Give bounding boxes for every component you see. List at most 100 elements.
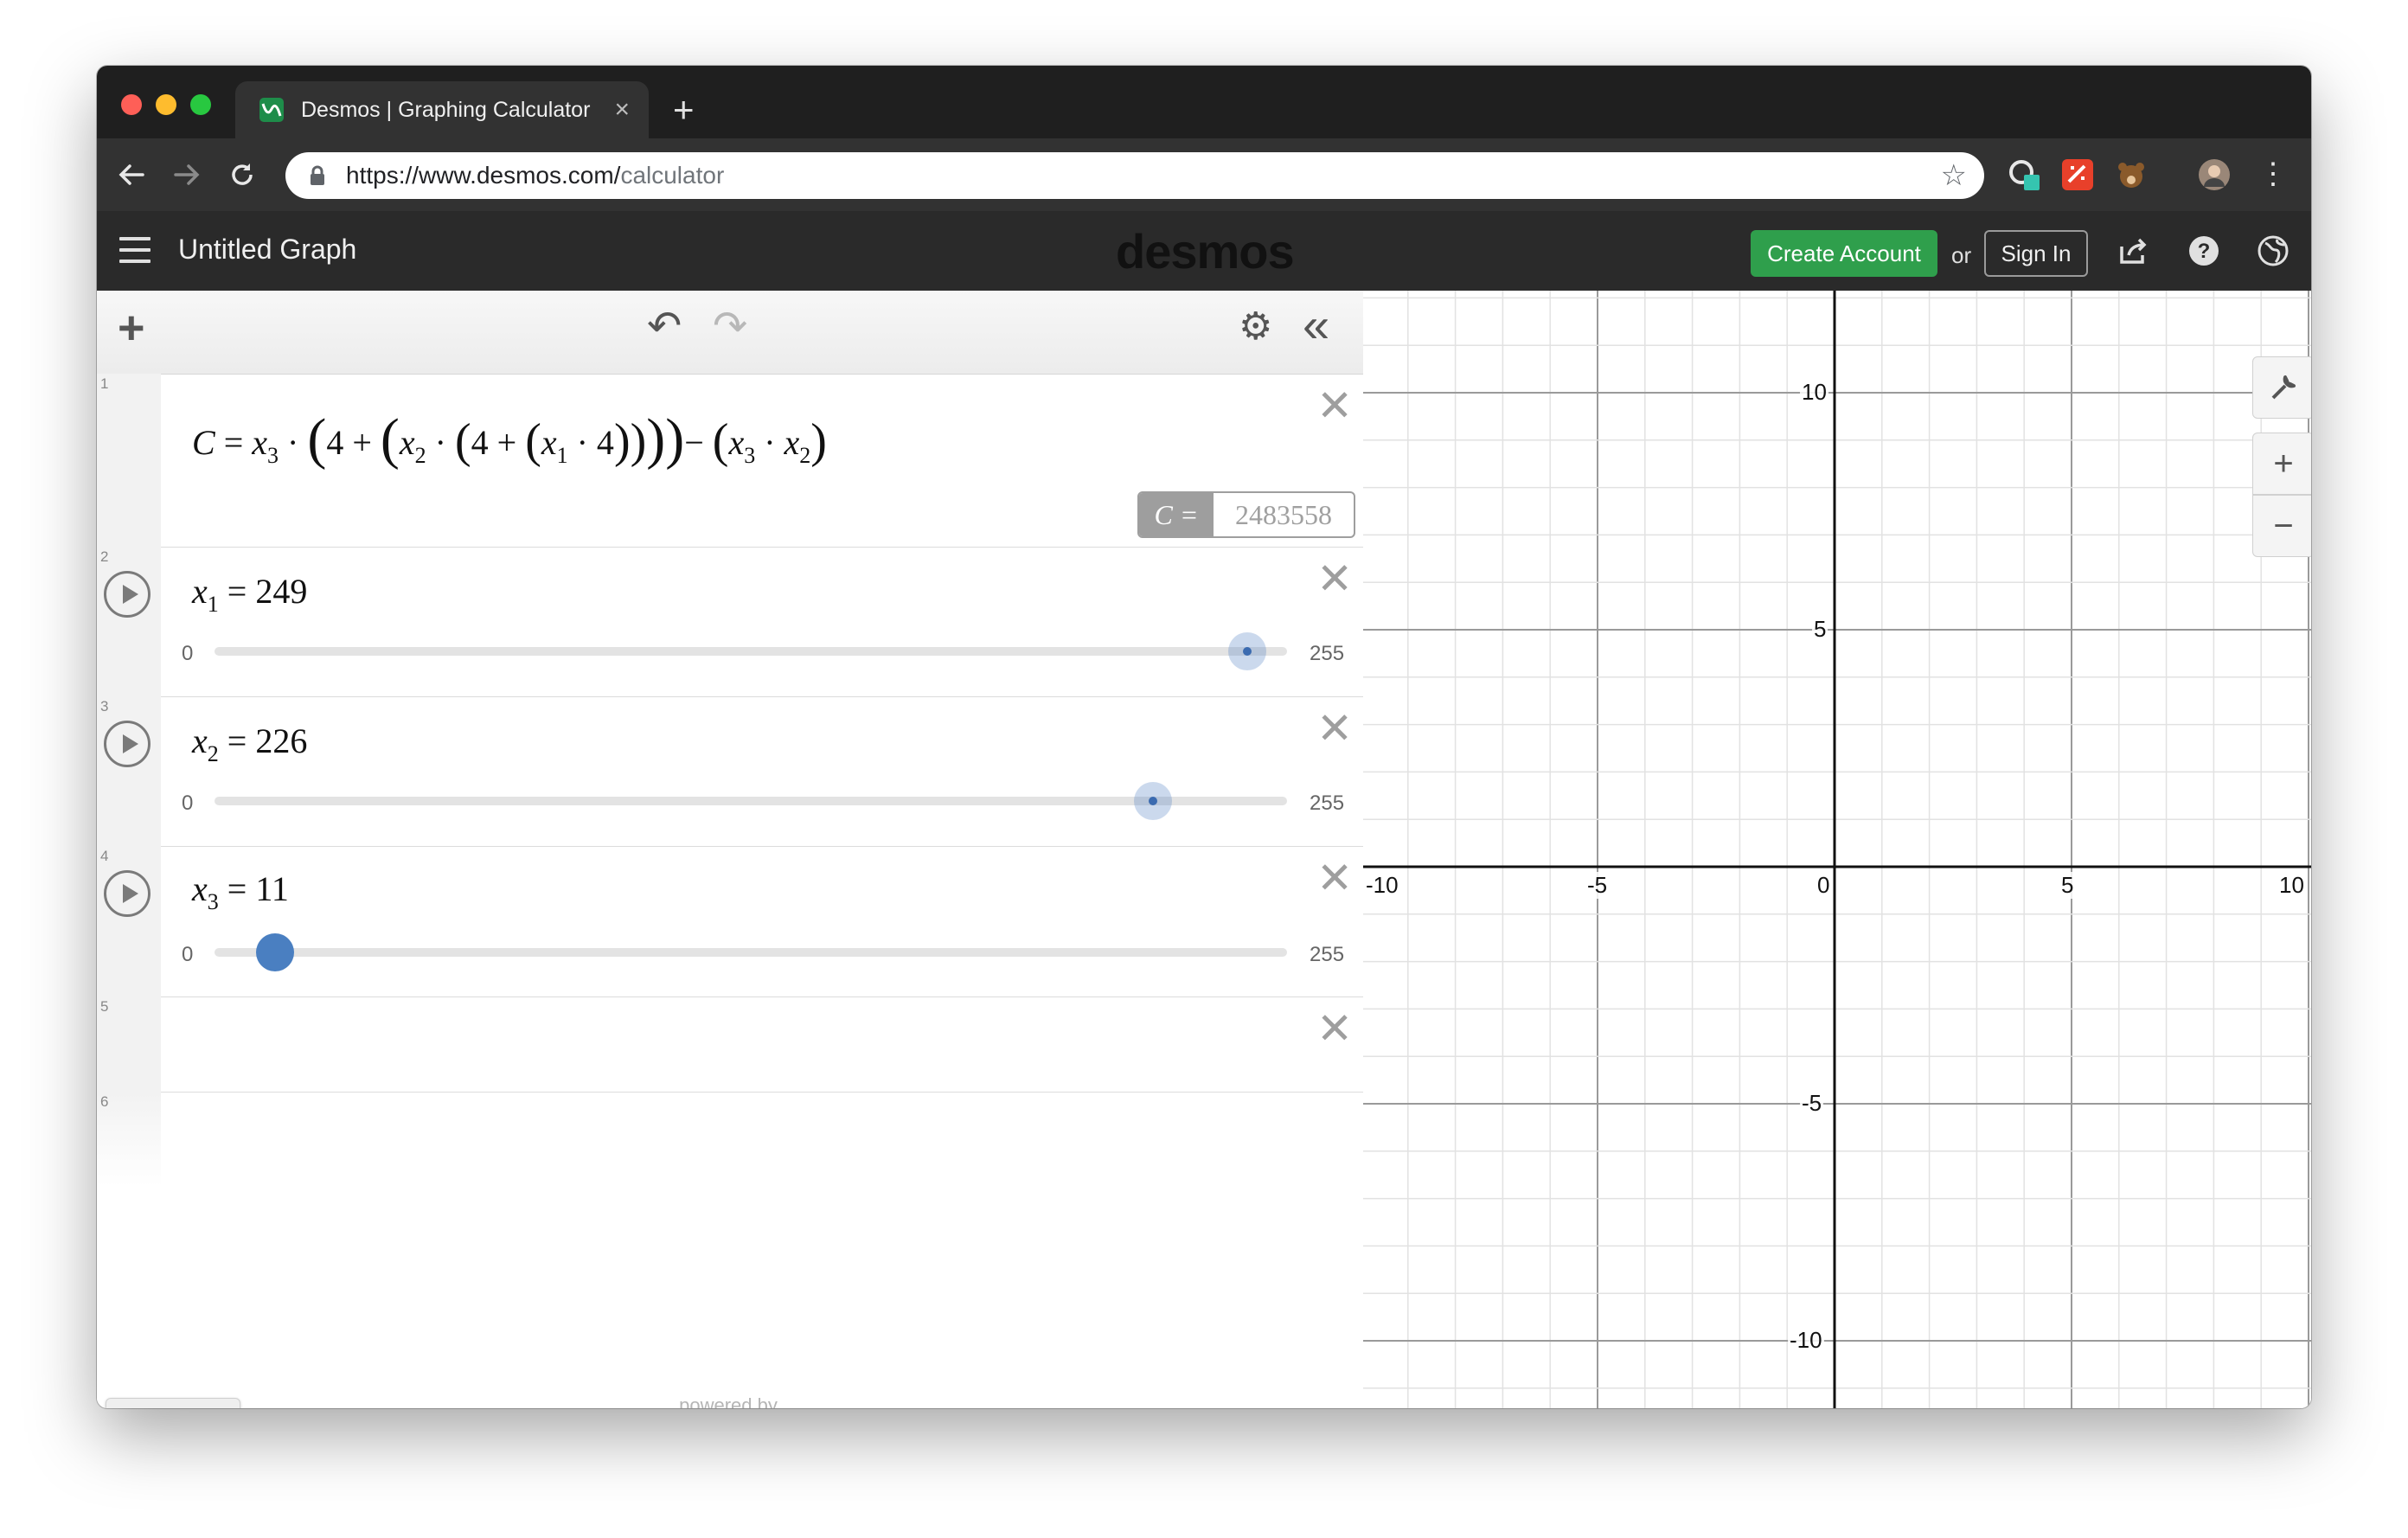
row-gutter: 5: [97, 996, 161, 1092]
slider-expression[interactable]: x2 = 226: [192, 721, 307, 767]
delete-expression-icon[interactable]: ✕: [1316, 557, 1353, 600]
expression-formula[interactable]: C = x3 · (4 + (x2 · (4 + (x1 · 4))))− (x…: [192, 403, 827, 471]
browser-menu-icon[interactable]: ⋮: [2258, 159, 2289, 190]
maximize-window-button[interactable]: [190, 94, 211, 115]
slider-thumb[interactable]: [1134, 782, 1173, 820]
profile-avatar[interactable]: [2199, 159, 2230, 190]
variable-subscript: 3: [207, 889, 219, 914]
slider-expression[interactable]: x1 = 249: [192, 571, 307, 618]
reload-icon[interactable]: [221, 154, 263, 195]
redo-icon[interactable]: ↷: [713, 306, 747, 348]
create-account-button[interactable]: Create Account: [1751, 230, 1937, 277]
row-gutter: 3: [97, 696, 161, 846]
delete-expression-icon[interactable]: ✕: [1316, 1007, 1353, 1050]
bookmark-star-icon[interactable]: ☆: [1941, 161, 1967, 190]
url-host: https://www.desmos.com/: [346, 162, 621, 189]
row-gutter: 2: [97, 547, 161, 696]
y-tick-label: -10: [1788, 1327, 1824, 1354]
add-item-button[interactable]: +: [118, 304, 145, 351]
expression-row-4[interactable]: 4 x3 = 11 ✕ 0 255: [97, 846, 1363, 997]
slider-thumb[interactable]: [1227, 632, 1266, 670]
play-slider-button[interactable]: [104, 870, 150, 917]
play-slider-button[interactable]: [104, 721, 150, 767]
row-number: 6: [100, 1093, 109, 1110]
tab-title: Desmos | Graphing Calculator: [301, 97, 591, 122]
slider-max[interactable]: 255: [1310, 642, 1344, 666]
expression-row-2[interactable]: 2 x1 = 249 ✕ 0 255: [97, 547, 1363, 697]
tab-close-icon[interactable]: ×: [614, 97, 630, 123]
collapse-panel-icon[interactable]: «: [1303, 301, 1329, 349]
x-tick-label: 0: [1816, 872, 1832, 899]
globe-language-icon[interactable]: [2256, 234, 2290, 268]
close-window-button[interactable]: [121, 94, 142, 115]
extension-icon-1[interactable]: [2008, 159, 2040, 190]
expression-row-3[interactable]: 3 x2 = 226 ✕ 0 255: [97, 696, 1363, 847]
expression-panel: + ↶ ↷ ⚙ « 1 C = x3 · (4 + (x2 · (4 + (x1…: [97, 291, 1365, 1408]
y-tick-label: 5: [1812, 616, 1828, 643]
graph-settings-wrench-icon[interactable]: [2252, 356, 2311, 419]
slider-max[interactable]: 255: [1310, 943, 1344, 967]
extension-icon-2[interactable]: [2062, 159, 2093, 190]
settings-gear-icon[interactable]: ⚙: [1239, 308, 1272, 346]
svg-text:?: ?: [2198, 240, 2211, 263]
evaluation-value: 2483558: [1235, 498, 1332, 530]
variable-value: = 249: [227, 572, 308, 611]
slider-max[interactable]: 255: [1310, 791, 1344, 816]
slider-min[interactable]: 0: [182, 791, 193, 816]
slider-track[interactable]: [215, 948, 1287, 957]
variable-subscript: 2: [207, 741, 219, 766]
address-bar[interactable]: https://www.desmos.com/calculator ☆: [285, 152, 1984, 199]
hamburger-menu-icon[interactable]: [119, 237, 150, 263]
browser-toolbar: https://www.desmos.com/calculator ☆ ⋮: [97, 138, 2311, 211]
desmos-logo: desmos: [1116, 224, 1295, 279]
delete-expression-icon[interactable]: ✕: [1316, 856, 1353, 900]
expression-row-5[interactable]: 5 ✕: [97, 996, 1363, 1093]
minimize-window-button[interactable]: [156, 94, 176, 115]
expression-row-1[interactable]: 1 C = x3 · (4 + (x2 · (4 + (x1 · 4))))− …: [97, 374, 1363, 548]
graph-title[interactable]: Untitled Graph: [178, 234, 356, 266]
slider-min[interactable]: 0: [182, 943, 193, 967]
browser-tab[interactable]: Desmos | Graphing Calculator ×: [235, 81, 649, 138]
variable-name: x: [192, 721, 208, 760]
slider-thumb[interactable]: [255, 933, 294, 971]
row-number: 5: [100, 998, 109, 1015]
slider-track[interactable]: [215, 647, 1287, 656]
share-icon[interactable]: [2116, 234, 2150, 268]
graph-canvas[interactable]: -10 -5 0 5 10 10 5 -5 -10 + −: [1363, 291, 2311, 1408]
expression-row-6[interactable]: 6: [97, 1092, 1363, 1187]
undo-icon[interactable]: ↶: [647, 306, 682, 348]
row-gutter: 4: [97, 846, 161, 996]
zoom-in-button[interactable]: +: [2252, 433, 2311, 495]
delete-expression-icon[interactable]: ✕: [1316, 384, 1353, 427]
powered-by-label: powered by: [679, 1394, 778, 1408]
new-tab-button[interactable]: +: [673, 92, 695, 128]
url-path: calculator: [620, 162, 725, 189]
powered-by-desmos[interactable]: powered by desmos: [656, 1394, 801, 1408]
x-tick-label: -5: [1585, 872, 1610, 899]
slider-min[interactable]: 0: [182, 642, 193, 666]
forward-arrow-icon[interactable]: [166, 154, 208, 195]
evaluation-result: C = 2483558: [1137, 491, 1355, 538]
sign-in-button[interactable]: Sign In: [1984, 230, 2088, 277]
bear-extension-icon[interactable]: [2116, 159, 2147, 190]
slider-expression[interactable]: x3 = 11: [192, 868, 289, 915]
row-number: 4: [100, 848, 109, 864]
x-tick-label: 10: [2277, 872, 2306, 899]
slider-track[interactable]: [215, 797, 1287, 805]
play-slider-button[interactable]: [104, 571, 150, 618]
variable-name: x: [192, 869, 208, 908]
variable-value: = 11: [227, 869, 289, 908]
row-number: 2: [100, 548, 109, 565]
back-arrow-icon[interactable]: [111, 154, 152, 195]
or-label: or: [1951, 242, 1972, 268]
expression-toolbar: + ↶ ↷ ⚙ «: [97, 291, 1363, 375]
graph-grid: [1363, 291, 2311, 1408]
x-tick-label: 5: [2059, 872, 2076, 899]
variable-value: = 226: [227, 721, 308, 760]
delete-expression-icon[interactable]: ✕: [1316, 707, 1353, 750]
url-text: https://www.desmos.com/calculator: [346, 162, 724, 189]
zoom-out-button[interactable]: −: [2252, 495, 2311, 557]
help-icon[interactable]: ?: [2187, 234, 2221, 268]
keyboard-toggle-button[interactable]: [106, 1398, 240, 1408]
y-tick-label: -5: [1800, 1090, 1824, 1117]
